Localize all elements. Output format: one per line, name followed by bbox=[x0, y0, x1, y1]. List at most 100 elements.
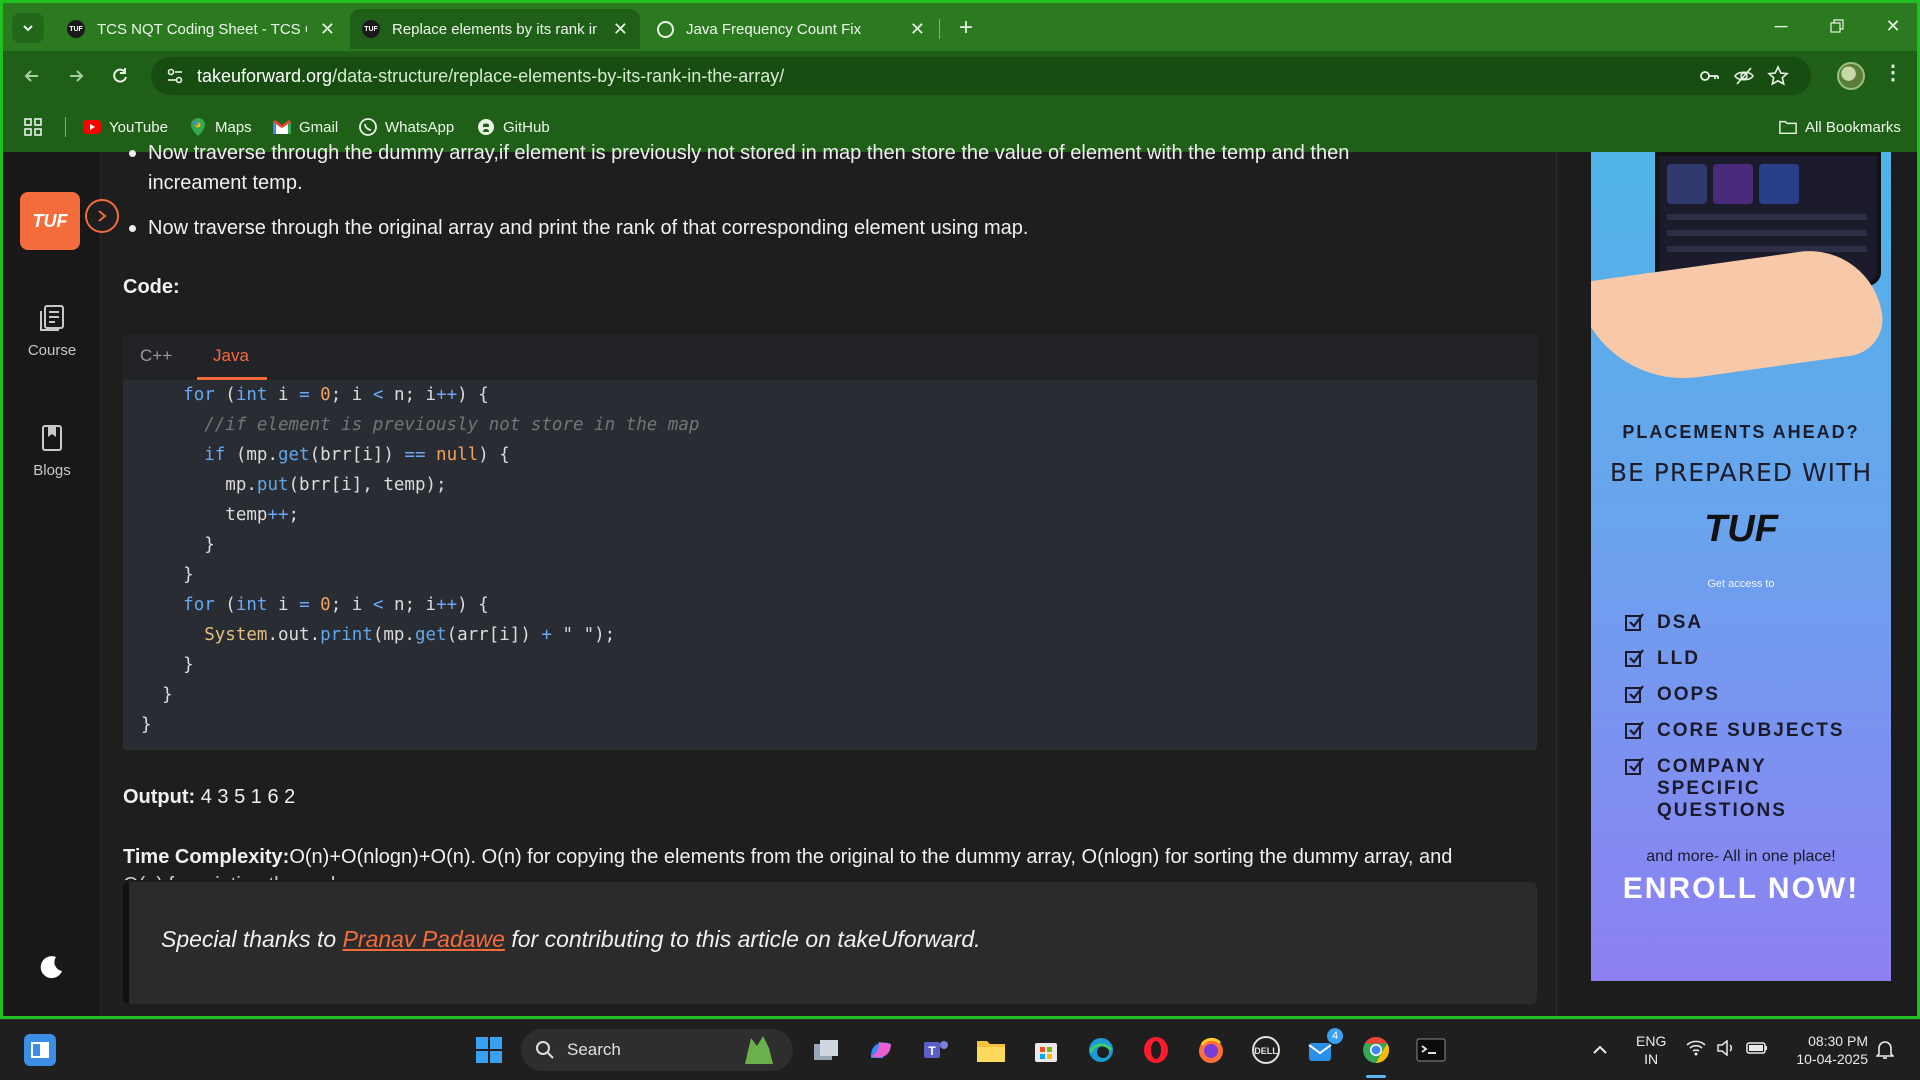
tuf-logo[interactable]: TUF bbox=[20, 192, 80, 250]
output-label: Output: bbox=[123, 786, 196, 808]
tab-tcs-nqt[interactable]: TUF TCS NQT Coding Sheet - TCS Coding Qu… bbox=[55, 9, 347, 49]
apps-grid-icon[interactable] bbox=[23, 115, 43, 139]
wifi-icon bbox=[1686, 1040, 1706, 1056]
list-item: Now traverse through the dummy array,if … bbox=[123, 138, 1349, 198]
password-key-icon[interactable] bbox=[1696, 63, 1722, 89]
browser-toolbar: takeuforward.org/data-structure/replace-… bbox=[3, 51, 1917, 101]
star-icon[interactable] bbox=[1765, 63, 1791, 89]
chevron-right-icon bbox=[98, 210, 107, 222]
bookmark-separator bbox=[65, 117, 66, 137]
copilot-icon[interactable] bbox=[865, 1034, 897, 1066]
task-view-icon[interactable] bbox=[810, 1034, 842, 1066]
search-label: Search bbox=[567, 1040, 621, 1059]
chrome-icon[interactable] bbox=[1360, 1034, 1392, 1066]
dell-icon[interactable]: DELL bbox=[1250, 1034, 1282, 1066]
ad-brand-logo: TUF bbox=[1704, 508, 1778, 550]
back-button[interactable] bbox=[17, 61, 47, 91]
volume-icon bbox=[1717, 1039, 1732, 1057]
profile-avatar[interactable] bbox=[1837, 62, 1865, 90]
code-heading: Code: bbox=[123, 276, 180, 298]
close-icon[interactable]: ✕ bbox=[613, 19, 628, 40]
eye-off-icon[interactable] bbox=[1731, 63, 1757, 89]
address-bar[interactable]: takeuforward.org/data-structure/replace-… bbox=[151, 57, 1811, 95]
chevron-down-icon bbox=[23, 25, 33, 32]
file-explorer-icon[interactable] bbox=[975, 1034, 1007, 1066]
code-language-tabs: C++ Java bbox=[123, 334, 1537, 380]
show-hidden-icons-chevron[interactable] bbox=[1592, 1040, 1608, 1058]
close-icon[interactable]: ✕ bbox=[320, 19, 335, 40]
minimize-button[interactable]: ─ bbox=[1761, 11, 1801, 41]
opera-icon[interactable] bbox=[1140, 1034, 1172, 1066]
enroll-now-button[interactable]: ENROLL NOW! bbox=[1591, 872, 1891, 906]
new-tab-button[interactable]: + bbox=[951, 13, 981, 43]
checkbox-icon bbox=[1625, 613, 1644, 631]
sidebar-item-blogs[interactable]: Blogs bbox=[3, 424, 101, 479]
teams-icon[interactable]: T bbox=[920, 1034, 952, 1066]
thanks-note: Special thanks to Pranav Padawe for cont… bbox=[123, 882, 1537, 1004]
widgets-icon[interactable] bbox=[24, 1034, 56, 1066]
microsoft-store-icon[interactable] bbox=[1030, 1034, 1062, 1066]
ad-feature-list: DSA LLD OOPS CORE SUBJECTS COMPANY SPECI… bbox=[1625, 612, 1865, 836]
author-link[interactable]: Pranav Padawe bbox=[343, 926, 505, 952]
course-icon bbox=[3, 304, 101, 332]
mail-app-icon[interactable]: 4 bbox=[1305, 1028, 1343, 1066]
windows-taskbar: Search T DELL 4 ENG IN 08:30 PM 10-04-20… bbox=[0, 1019, 1920, 1080]
notification-bell-icon[interactable] bbox=[1875, 1040, 1895, 1064]
taskbar-search[interactable]: Search bbox=[521, 1029, 793, 1071]
system-tray-icons[interactable] bbox=[1686, 1039, 1768, 1060]
search-icon bbox=[536, 1041, 554, 1059]
ad-more: and more- All in one place! bbox=[1646, 848, 1836, 865]
dark-mode-moon-icon[interactable] bbox=[39, 954, 65, 980]
language-indicator[interactable]: ENG IN bbox=[1636, 1032, 1666, 1068]
firefox-icon[interactable] bbox=[1195, 1034, 1227, 1066]
list-item: Now traverse through the original array … bbox=[123, 213, 1029, 243]
bookmark-youtube[interactable]: YouTube bbox=[83, 115, 168, 139]
arrow-left-icon bbox=[24, 70, 38, 82]
thanks-pre: Special thanks to bbox=[161, 926, 343, 952]
notification-badge: 4 bbox=[1327, 1028, 1343, 1044]
bookmark-github[interactable]: GitHub bbox=[477, 115, 550, 139]
tab-search-button[interactable] bbox=[12, 13, 44, 43]
clock[interactable]: 08:30 PM 10-04-2025 bbox=[1782, 1032, 1868, 1068]
tab-cpp[interactable]: C++ bbox=[140, 346, 172, 366]
close-icon[interactable]: ✕ bbox=[910, 19, 925, 40]
reload-button[interactable] bbox=[105, 61, 135, 91]
terminal-icon[interactable] bbox=[1415, 1034, 1447, 1066]
thanks-text: Special thanks to Pranav Padawe for cont… bbox=[161, 926, 981, 953]
menu-kebab-icon[interactable]: ⋮ bbox=[1883, 63, 1903, 83]
bookmark-gmail[interactable]: Gmail bbox=[273, 115, 338, 139]
tab-java-frequency[interactable]: Java Frequency Count Fix ✕ bbox=[645, 9, 937, 49]
tab-java[interactable]: Java bbox=[213, 346, 249, 366]
tc-label: Time Complexity: bbox=[123, 846, 290, 868]
openai-icon bbox=[657, 20, 674, 38]
site-settings-icon[interactable] bbox=[163, 64, 187, 88]
checkbox-icon bbox=[1625, 685, 1644, 703]
sidebar-item-course[interactable]: Course bbox=[3, 304, 101, 359]
close-window-button[interactable]: ✕ bbox=[1873, 11, 1913, 41]
forward-button[interactable] bbox=[61, 61, 91, 91]
tab-replace-elements[interactable]: TUF Replace elements by its rank in the … bbox=[350, 9, 640, 49]
tab-title: TCS NQT Coding Sheet - TCS Coding Questi… bbox=[97, 20, 307, 38]
all-bookmarks-button[interactable]: All Bookmarks bbox=[1779, 115, 1901, 139]
bookmark-label: GitHub bbox=[503, 118, 550, 136]
time-complexity-line-cut: O(n) for printing the rank bbox=[123, 870, 1543, 880]
url-text[interactable]: takeuforward.org/data-structure/replace-… bbox=[197, 66, 784, 87]
arrow-right-icon bbox=[70, 70, 84, 82]
all-bookmarks-label: All Bookmarks bbox=[1805, 118, 1901, 136]
url-host: takeuforward.org bbox=[197, 65, 333, 86]
bookmark-maps[interactable]: Maps bbox=[189, 115, 252, 139]
hand-illustration bbox=[1591, 241, 1888, 393]
tc-text: O(n)+O(nlogn)+O(n). O(n) for copying the… bbox=[289, 846, 1453, 868]
expand-sidebar-button[interactable] bbox=[85, 199, 119, 233]
enroll-ad-banner[interactable]: PLACEMENTS AHEAD? BE PREPARED WITH TUF G… bbox=[1591, 152, 1891, 981]
restore-button[interactable] bbox=[1817, 11, 1857, 41]
ad-feature-item: OOPS bbox=[1625, 684, 1865, 706]
start-windows-icon[interactable] bbox=[473, 1034, 505, 1066]
folder-icon bbox=[1779, 118, 1797, 136]
bullet-text: Now traverse through the original array … bbox=[148, 217, 1029, 239]
output-line: Output: 4 3 5 1 6 2 bbox=[123, 782, 1543, 812]
edge-icon[interactable] bbox=[1085, 1034, 1117, 1066]
tuf-favicon-icon: TUF bbox=[67, 20, 85, 38]
output-value: 4 3 5 1 6 2 bbox=[195, 786, 296, 808]
bookmark-whatsapp[interactable]: WhatsApp bbox=[359, 115, 454, 139]
